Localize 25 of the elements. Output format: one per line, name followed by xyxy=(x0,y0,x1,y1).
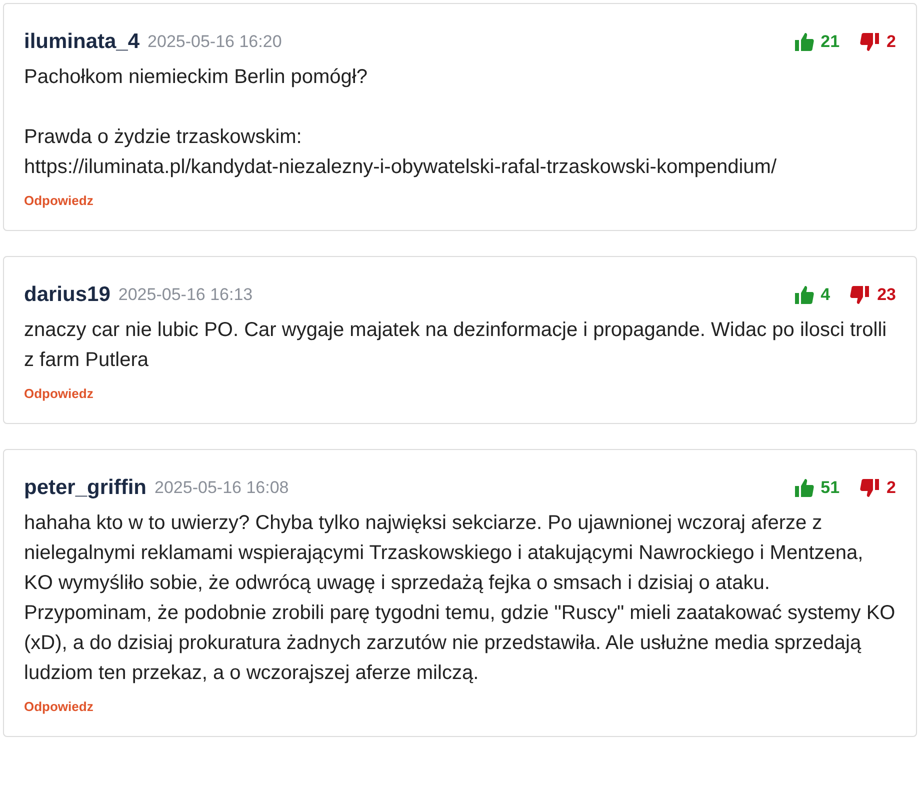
comment-date: 2025-05-16 16:08 xyxy=(154,478,289,498)
thumbs-up-icon[interactable] xyxy=(794,285,814,305)
dislike-count: 2 xyxy=(886,32,896,52)
reply-link[interactable]: Odpowiedz xyxy=(24,193,94,208)
thumbs-down-icon[interactable] xyxy=(850,285,870,305)
reply-link[interactable]: Odpowiedz xyxy=(24,386,94,401)
comment-author: peter_griffin xyxy=(24,476,147,500)
thumbs-up-icon[interactable] xyxy=(794,478,814,498)
comment-text: Pachołkom niemieckim Berlin pomógł? xyxy=(24,65,368,90)
comment-date: 2025-05-16 16:13 xyxy=(118,285,253,305)
dislike-count: 23 xyxy=(877,285,896,305)
like-count: 21 xyxy=(820,32,840,52)
comment-author: iluminata_4 xyxy=(24,30,140,54)
thumbs-down-icon[interactable] xyxy=(860,32,880,52)
comment-text: hahaha kto w to uwierzy? Chyba tylko najwięksi sekciarze. Po ujawnionej wczoraj aferze z nielegalnymi reklamami wspierającymi Trzaskowskiego i atakującymi Nawrockiego i Mentzena, KO wymyśliło sobie, że odwrócą uwagę i sprzedażą fejka o smsach i dzisiaj o ataku. Przypominam, że podobnie zrobili parę tygodni temu, gdzie "Ruscy" mieli zaatakować systemy KO (xD), a do dzisiaj prokuratura żadnych zarzutów nie przedstawiła. Ale usłużne media sprzedają ludziom ten przekaz, a o wczorajszej aferze milczą. xyxy=(24,511,896,686)
like-count: 4 xyxy=(820,285,830,305)
comment-text: znaczy car nie lubic PO. Car wygaje majatek na dezinformacje i propagande. Widac po ilosci trolli z farm Putlera xyxy=(24,318,888,373)
like-count: 51 xyxy=(820,478,840,498)
comment-date: 2025-05-16 16:20 xyxy=(148,32,282,52)
comment-author: darius19 xyxy=(24,283,110,307)
thumbs-down-icon[interactable] xyxy=(860,478,880,498)
comment-text: Prawda o żydzie trzaskowskim: https://iluminata.pl/kandydat-niezalezny-i-obywatelski-rafal-trzaskowski-kompendium/ xyxy=(24,125,778,180)
reply-link[interactable]: Odpowiedz xyxy=(24,699,94,714)
thumbs-up-icon[interactable] xyxy=(794,32,814,52)
dislike-count: 2 xyxy=(886,478,896,498)
